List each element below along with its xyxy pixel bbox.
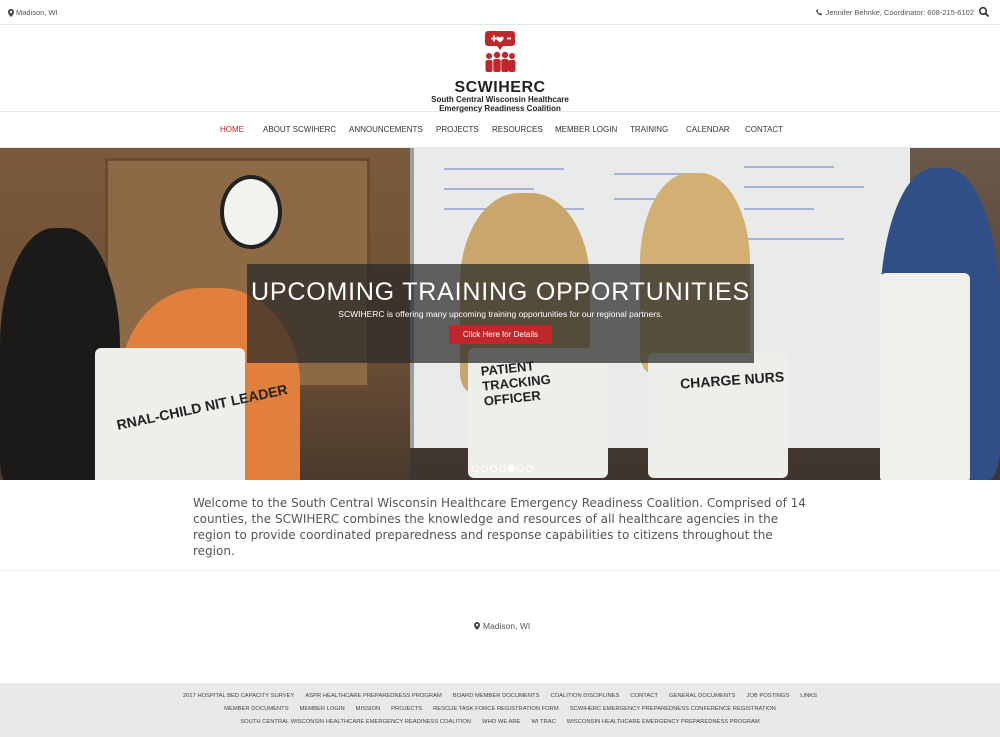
top-bar: Madison, WI Jennifer Behnke, Coordinator… — [0, 0, 1000, 25]
section-divider — [0, 570, 1000, 571]
footer-links: 2017 HOSPITAL BED CAPACITY SURVEY ASPR H… — [0, 683, 1000, 737]
nav-item-announcements[interactable]: ANNOUNCEMENTS — [349, 125, 423, 134]
phone-icon — [815, 9, 822, 16]
hero-photo-vest-far-right — [880, 273, 970, 480]
nav-item-home[interactable]: HOME — [220, 125, 244, 134]
map-marker-icon — [474, 622, 480, 630]
slider-dot-4[interactable] — [499, 465, 506, 472]
footer-link[interactable]: CONTACT — [630, 693, 658, 699]
footer-link[interactable]: LINKS — [800, 693, 817, 699]
top-contact: Jennifer Behnke, Coordinator: 608-215-61… — [815, 8, 974, 17]
hero-headline: UPCOMING TRAINING OPPORTUNITIES — [251, 278, 750, 306]
slider-dot-7[interactable] — [526, 465, 533, 472]
search-icon[interactable] — [978, 6, 990, 18]
nav-item-projects[interactable]: PROJECTS — [436, 125, 479, 134]
logo-line2: Emergency Readiness Coalition — [439, 103, 561, 113]
footer-links-row-3: SOUTH CENTRAL WISCONSIN HEALTHCARE EMERG… — [0, 719, 1000, 725]
footer-link[interactable]: SCWIHERC EMERGENCY PREPAREDNESS CONFEREN… — [570, 706, 776, 712]
hero-text: SCWIHERC is offering many upcoming train… — [338, 309, 663, 319]
footer-link[interactable]: 2017 HOSPITAL BED CAPACITY SURVEY — [183, 693, 294, 699]
top-contact-text: Jennifer Behnke, Coordinator: 608-215-61… — [825, 8, 974, 17]
footer-link[interactable]: COALITION DISCIPLINES — [550, 693, 619, 699]
main-nav: HOME ABOUT SCWIHERC ANNOUNCEMENTS PROJEC… — [0, 113, 1000, 148]
logo-name: SCWIHERC — [454, 79, 546, 96]
hero-details-button[interactable]: Click Here for Details — [448, 325, 553, 344]
footer-link[interactable]: MISSION — [356, 706, 380, 712]
intro-paragraph: Welcome to the South Central Wisconsin H… — [193, 496, 806, 558]
footer-link[interactable]: PROJECTS — [391, 706, 422, 712]
nav-item-member-login[interactable]: MEMBER LOGIN — [555, 125, 617, 134]
nav-item-resources[interactable]: RESOURCES — [492, 125, 543, 134]
footer-links-row-1: 2017 HOSPITAL BED CAPACITY SURVEY ASPR H… — [0, 693, 1000, 699]
nav-item-contact[interactable]: CONTACT — [745, 125, 783, 134]
slider-dot-2[interactable] — [481, 465, 488, 472]
footer-link[interactable]: SOUTH CENTRAL WISCONSIN HEALTHCARE EMERG… — [240, 719, 471, 725]
footer-link[interactable]: WHO WE ARE — [482, 719, 520, 725]
footer-link[interactable]: MEMBER LOGIN — [300, 706, 345, 712]
footer-link[interactable]: RESCUE TASK FORCE REGISTRATION FORM — [433, 706, 559, 712]
top-location: Madison, WI — [8, 8, 58, 17]
slider-dot-3[interactable] — [490, 465, 497, 472]
footer-link[interactable]: ASPR HEALTHCARE PREPAREDNESS PROGRAM — [305, 693, 441, 699]
top-location-text: Madison, WI — [16, 8, 58, 17]
footer-links-row-2: MEMBER DOCUMENTS MEMBER LOGIN MISSION PR… — [0, 706, 1000, 712]
nav-item-calendar[interactable]: CALENDAR — [686, 125, 730, 134]
slider-dot-5[interactable] — [508, 465, 515, 472]
footer-location-text: Madison, WI — [483, 621, 531, 631]
slider-dot-6[interactable] — [517, 465, 524, 472]
footer-link[interactable]: JOB POSTINGS — [746, 693, 789, 699]
coalition-logo-icon — [485, 31, 516, 72]
slider-dot-1[interactable] — [472, 465, 479, 472]
nav-item-training[interactable]: TRAINING — [630, 125, 668, 134]
hero-photo-clock — [220, 175, 282, 249]
nav-item-about[interactable]: ABOUT SCWIHERC — [263, 125, 336, 134]
footer-link[interactable]: WI TRAC — [531, 719, 555, 725]
footer-link[interactable]: GENERAL DOCUMENTS — [669, 693, 735, 699]
footer-link[interactable]: WISCONSIN HEALTHCARE EMERGENCY PREPAREDN… — [567, 719, 760, 725]
footer-link[interactable]: MEMBER DOCUMENTS — [224, 706, 288, 712]
footer-link[interactable]: BOARD MEMBER DOCUMENTS — [453, 693, 540, 699]
hero-caption: UPCOMING TRAINING OPPORTUNITIES SCWIHERC… — [247, 264, 754, 363]
logo-area: SCWIHERC South Central Wisconsin Healthc… — [0, 26, 1000, 112]
footer-location: Madison, WI — [474, 621, 530, 631]
site-logo[interactable]: SCWIHERC South Central Wisconsin Healthc… — [428, 30, 572, 112]
slider-dots — [472, 465, 533, 472]
map-marker-icon — [8, 8, 14, 17]
